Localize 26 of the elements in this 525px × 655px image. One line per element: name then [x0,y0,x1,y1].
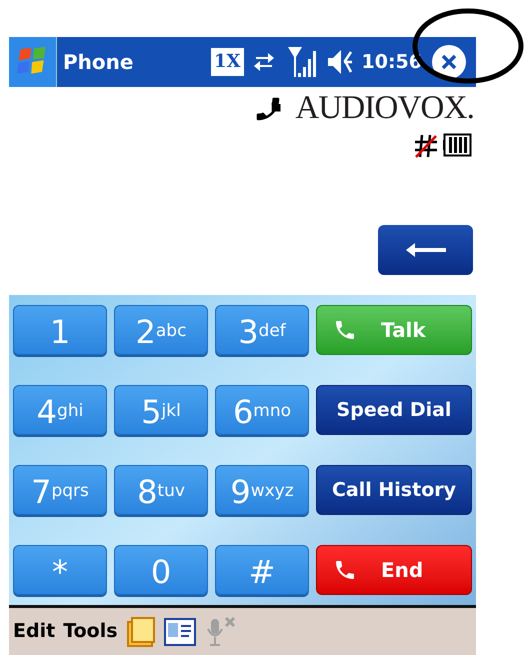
battery-icon [443,133,473,157]
talk-button[interactable]: Talk [316,305,472,355]
backspace-button[interactable] [378,225,473,275]
phone-icon [333,558,357,582]
nav-button[interactable]: Speed Dial [316,385,472,435]
notes-icon [126,616,156,648]
no-service-icon [413,133,439,159]
data-transfer-icon [252,50,276,74]
end-call-button[interactable]: End [316,545,472,595]
phone-icon [333,318,357,342]
signal-icon [288,45,318,79]
brand-logo: AUDIOVOX. [295,92,474,125]
left-arrow-icon [406,242,446,258]
contact-card-icon [164,618,196,646]
keypad-key[interactable]: * [13,545,107,595]
menu-item[interactable]: Tools [63,617,118,646]
keypad-key[interactable]: 1 [13,305,107,355]
window-title: Phone [63,49,134,76]
keypad-key[interactable]: 0 [114,545,208,595]
start-button[interactable] [9,37,57,87]
menu-item[interactable]: Edit [13,617,56,646]
close-icon [440,53,458,71]
network-indicator: 1X [211,48,244,76]
close-button[interactable] [432,45,466,79]
keypad-key[interactable]: # [215,545,309,595]
nav-button[interactable]: Call History [316,465,472,515]
